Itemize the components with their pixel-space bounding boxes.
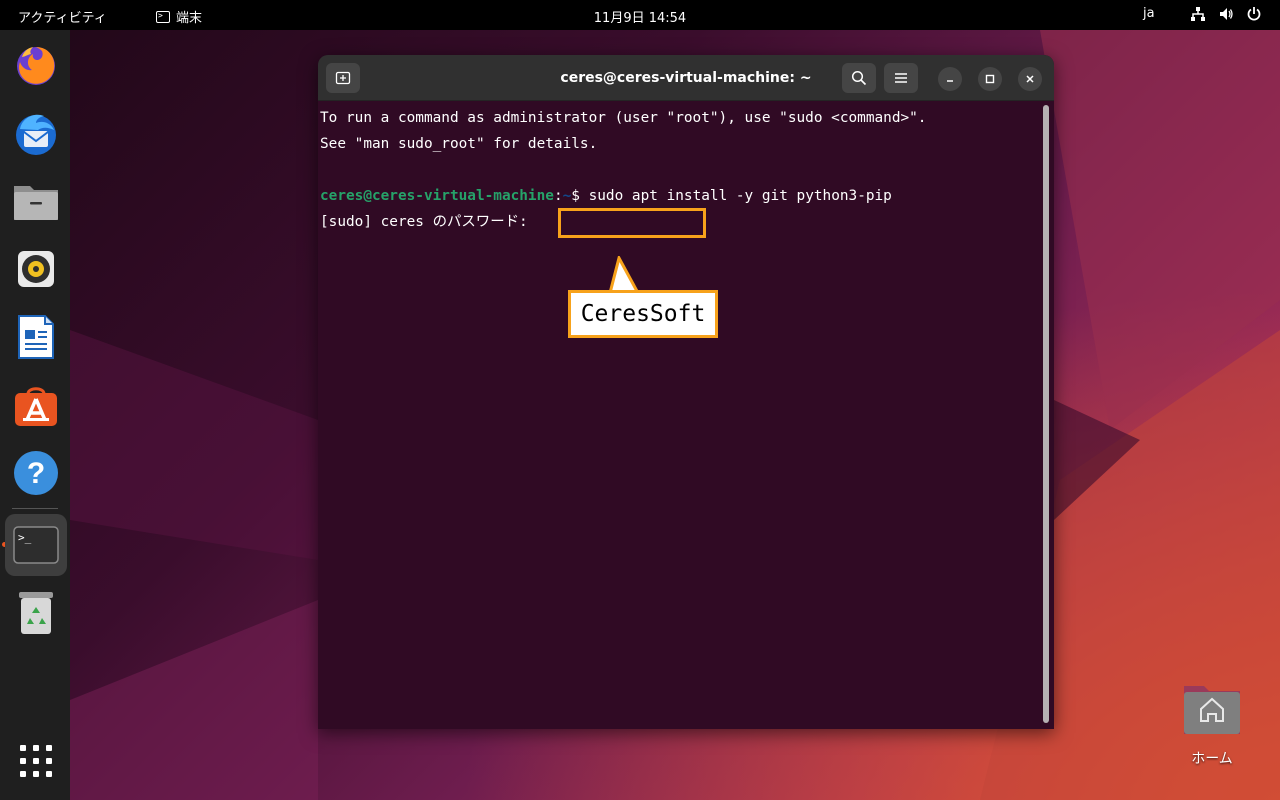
files-icon [14,186,58,220]
dock: ? >_ [0,30,70,800]
app-grid-icon [20,745,52,777]
minimize-icon [947,80,953,82]
maximize-button[interactable] [978,67,1002,91]
terminal-icon: >_ [13,526,59,564]
password-callout: CeresSoft [568,290,718,338]
prompt-separator: : [553,188,563,204]
svg-text:>_: >_ [18,531,32,544]
input-language-indicator[interactable]: ja [1143,6,1155,21]
thunderbird-icon [16,114,56,155]
dock-item-firefox[interactable] [5,34,67,96]
search-icon [851,70,867,86]
app-menu-label: 端末 [176,11,203,26]
trash-icon [19,592,53,634]
writer-icon [18,315,54,359]
terminal-line: See "man sudo_root" for details. [320,136,598,152]
desktop-home-folder[interactable]: ホーム [1172,680,1252,780]
dock-item-thunderbird[interactable] [5,102,67,164]
close-button[interactable] [1018,67,1042,91]
software-icon [15,387,57,426]
power-icon [1247,7,1261,21]
terminal-output[interactable]: To run a command as administrator (user … [318,101,1042,729]
top-bar: アクティビティ > 端末 11月9日 14:54 ja [0,0,1280,30]
desktop-home-label: ホーム [1191,751,1233,767]
prompt-user: ceres@ceres-virtual-machine [320,188,554,204]
hamburger-icon [895,73,907,83]
network-icon [1191,7,1205,21]
terminal-line: To run a command as administrator (user … [320,110,927,126]
firefox-icon [17,47,55,85]
search-button[interactable] [842,63,876,93]
dock-separator [12,508,58,509]
prompt-symbol: $ [571,188,589,204]
terminal-scrollbar[interactable] [1043,105,1049,723]
close-icon [1026,75,1034,83]
home-folder-icon [1184,686,1240,734]
dock-item-terminal[interactable]: >_ [5,514,67,576]
terminal-small-icon: > [156,10,170,23]
callout-text: CeresSoft [580,301,706,327]
dock-item-files[interactable] [5,170,67,232]
system-tray[interactable] [1190,6,1262,22]
dock-item-app-grid[interactable] [5,730,67,792]
new-tab-icon [335,71,351,85]
help-icon: ? [14,451,58,495]
dock-item-rhythmbox[interactable] [5,238,67,300]
svg-text:?: ? [27,457,45,490]
dock-item-trash[interactable] [5,582,67,644]
terminal-window[interactable]: ceres@ceres-virtual-machine: ~ To run a … [318,55,1054,729]
password-prompt: [sudo] ceres のパスワード: [320,214,537,230]
hamburger-menu-button[interactable] [884,63,918,93]
command-text: sudo apt install -y git python3-pip [588,188,892,204]
dock-item-help[interactable]: ? [5,442,67,504]
clock[interactable]: 11月9日 14:54 [594,11,686,26]
dock-item-writer[interactable] [5,306,67,368]
prompt-path: ~ [562,188,572,204]
password-highlight-box [558,208,706,238]
minimize-button[interactable] [938,67,962,91]
maximize-icon [985,74,995,84]
new-tab-button[interactable] [326,63,360,93]
volume-icon [1220,8,1233,20]
dock-item-software[interactable] [5,374,67,436]
activities-button[interactable]: アクティビティ [18,7,107,26]
rhythmbox-icon [18,251,54,287]
app-menu[interactable]: > 端末 [156,7,202,26]
window-titlebar[interactable]: ceres@ceres-virtual-machine: ~ [318,55,1054,101]
